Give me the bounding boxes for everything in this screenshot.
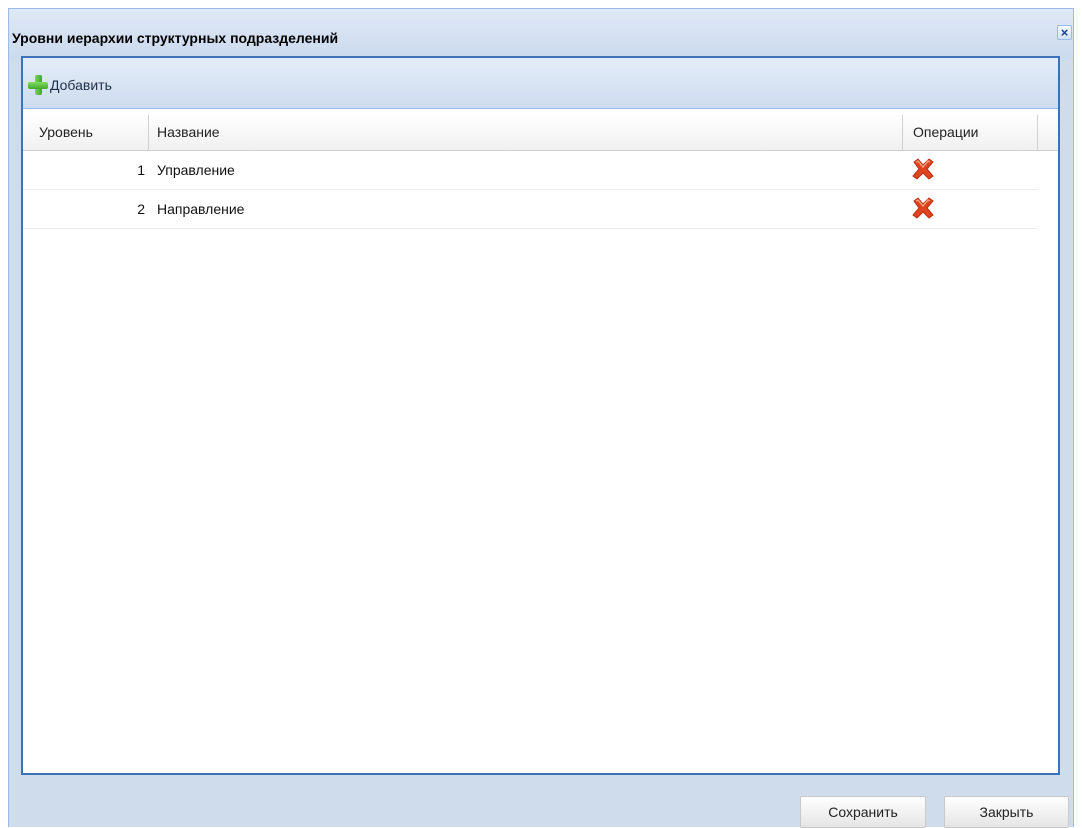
cell-level: 2 <box>137 201 145 217</box>
dialog-window: Уровни иерархии структурных подразделени… <box>8 8 1074 828</box>
close-icon[interactable]: × <box>1057 25 1072 40</box>
table-row[interactable]: 1 Управление <box>23 151 1038 190</box>
save-button[interactable]: Сохранить <box>800 796 926 828</box>
table-row[interactable]: 2 Направление <box>23 190 1038 229</box>
column-header-name[interactable]: Название <box>149 115 903 150</box>
delete-icon[interactable] <box>911 158 935 180</box>
add-button-label: Добавить <box>50 77 112 93</box>
delete-icon[interactable] <box>911 197 935 219</box>
close-button[interactable]: Закрыть <box>944 796 1069 828</box>
cell-name: Управление <box>157 162 235 178</box>
dialog-title: Уровни иерархии структурных подразделени… <box>12 30 339 46</box>
cell-operations <box>903 190 1038 228</box>
column-header-filler <box>1038 115 1058 150</box>
add-button[interactable]: Добавить <box>28 75 112 95</box>
grid-panel: Добавить Уровень Название Операции 1 Упр… <box>21 56 1060 775</box>
grid-header: Уровень Название Операции <box>23 115 1058 151</box>
dialog-titlebar[interactable]: Уровни иерархии структурных подразделени… <box>9 9 1073 59</box>
column-header-operations[interactable]: Операции <box>903 115 1038 150</box>
cell-name: Направление <box>157 201 245 217</box>
plus-icon <box>28 75 48 95</box>
cell-level: 1 <box>137 162 145 178</box>
cell-operations <box>903 151 1038 189</box>
toolbar: Добавить <box>23 58 1058 109</box>
column-header-level[interactable]: Уровень <box>23 115 149 150</box>
